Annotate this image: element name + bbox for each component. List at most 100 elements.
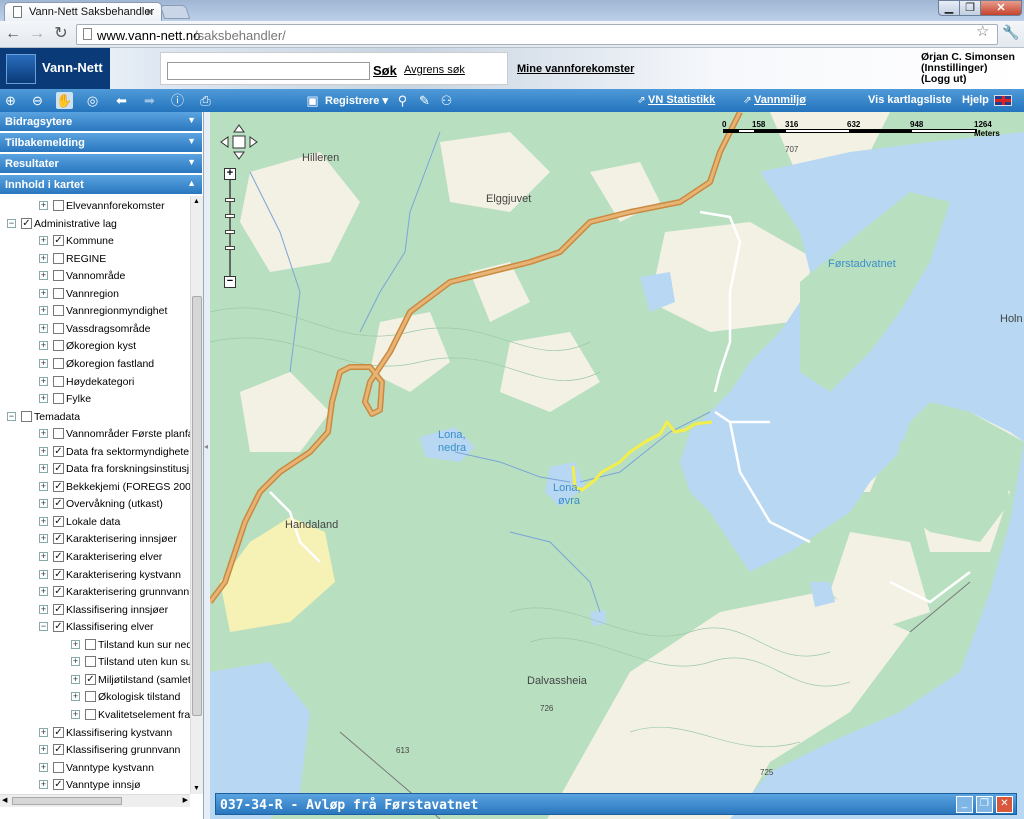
layer-list-button[interactable]: Vis kartlagsliste [868, 94, 952, 106]
layer-checkbox[interactable]: ✓ [53, 445, 64, 457]
back-icon[interactable]: ← [3, 25, 23, 43]
layer-tree-row[interactable]: + Vanntype kystvann [0, 760, 190, 777]
expand-icon[interactable]: + [39, 306, 48, 316]
layer-tree-row[interactable]: + ✓ Karakterisering innsjøer [0, 531, 190, 548]
expand-icon[interactable]: + [39, 323, 48, 333]
layer-checkbox[interactable]: ✓ [53, 621, 64, 633]
info-close-button[interactable]: ✕ [996, 796, 1013, 813]
collapse-arrow-icon[interactable]: ◂ [204, 442, 208, 451]
address-bar[interactable]: www.vann-nett.no /saksbehandler/ [76, 24, 998, 45]
layer-checkbox[interactable]: ✓ [53, 744, 64, 756]
layer-tree-row[interactable]: + Økoregion fastland [0, 356, 190, 373]
collapse-icon[interactable]: − [39, 622, 48, 632]
zoom-out-icon[interactable]: ⊖ [29, 92, 46, 109]
tab-close-icon[interactable]: × [146, 5, 153, 19]
wrench-icon[interactable]: 🔧 [1002, 24, 1019, 41]
layer-tree-row[interactable]: + Økologisk tilstand [0, 689, 190, 706]
layer-tree-row[interactable]: + REGINE [0, 251, 190, 268]
layer-tree-row[interactable]: + Kvalitetselement fra [0, 707, 190, 724]
expand-icon[interactable]: + [39, 534, 48, 544]
zoom-out-button[interactable]: − [224, 276, 236, 288]
expand-icon[interactable]: + [39, 481, 48, 491]
panel-header-feedback[interactable]: Tilbakemelding ▼ [0, 133, 202, 153]
reload-icon[interactable]: ↻ [51, 25, 71, 43]
layer-tree-row[interactable]: + ✓ Vanntype innsjø [0, 777, 190, 794]
search-input[interactable] [167, 62, 370, 80]
layer-tree-row[interactable]: + ✓ Overvåkning (utkast) [0, 496, 190, 513]
expand-icon[interactable]: + [39, 358, 48, 368]
layer-checkbox[interactable] [21, 410, 32, 422]
layer-tree-row[interactable]: + ✓ Karakterisering kystvann [0, 567, 190, 584]
scroll-left-icon[interactable]: ◀ [2, 796, 7, 804]
next-extent-icon[interactable]: ➡ [141, 92, 158, 109]
window-maximize-button[interactable]: ❐ [959, 0, 981, 16]
layer-checkbox[interactable]: ✓ [53, 551, 64, 562]
expand-icon[interactable]: + [39, 446, 48, 456]
layer-tree-row[interactable]: + ✓ Bekkekjemi (FOREGS 2008 [0, 479, 190, 496]
expand-icon[interactable]: + [39, 271, 48, 281]
tree-horizontal-scrollbar[interactable]: ◀ ▶ [0, 794, 190, 807]
expand-icon[interactable]: + [39, 429, 48, 439]
layer-checkbox[interactable]: ✓ [53, 480, 64, 492]
panel-header-contributors[interactable]: Bidragsytere ▼ [0, 112, 202, 132]
uk-flag-icon[interactable] [994, 95, 1012, 106]
expand-icon[interactable]: + [39, 201, 48, 210]
map-view[interactable]: Hilleren Elggjuvet Førstadvatnet Holn Lo… [210, 112, 1024, 819]
info-icon[interactable]: ⓘ [169, 92, 186, 109]
zoom-tick[interactable] [225, 246, 235, 250]
full-extent-icon[interactable]: ◎ [84, 92, 101, 109]
scroll-thumb[interactable] [192, 296, 202, 716]
layer-checkbox[interactable] [53, 322, 64, 334]
expand-icon[interactable]: + [71, 639, 80, 649]
expand-icon[interactable]: + [39, 745, 48, 755]
layer-checkbox[interactable]: ✓ [53, 779, 64, 791]
new-tab-button[interactable] [159, 5, 191, 19]
layer-checkbox[interactable] [53, 305, 64, 317]
layer-tree-row[interactable]: + ✓ Miljøtilstand (samlet [0, 672, 190, 689]
register-menu[interactable]: Registrere ▾ [325, 94, 388, 107]
layer-tree-row[interactable]: + ✓ Karakterisering grunnvann [0, 584, 190, 601]
layer-checkbox[interactable] [53, 428, 64, 440]
expand-icon[interactable]: + [71, 674, 80, 684]
forward-icon[interactable]: → [27, 25, 47, 43]
layer-tree-row[interactable]: + Vannområde [0, 268, 190, 285]
layer-tree-row[interactable]: + ✓ Klassifisering grunnvann [0, 742, 190, 759]
collapse-icon[interactable]: − [7, 218, 16, 228]
expand-icon[interactable]: + [39, 552, 48, 561]
tree-vertical-scrollbar[interactable]: ▲ ▼ [190, 196, 203, 794]
previous-extent-icon[interactable]: ⬅ [113, 92, 130, 109]
panel-header-map-content[interactable]: Innhold i kartet ▲ [0, 175, 202, 195]
layer-tree-row[interactable]: − ✓ Klassifisering elver [0, 619, 190, 636]
layer-checkbox[interactable] [53, 357, 64, 369]
layer-checkbox[interactable] [85, 656, 96, 668]
layer-tree-row[interactable]: + ✓ Klassifisering innsjøer [0, 602, 190, 619]
add-user-icon[interactable]: ⚇ [438, 92, 455, 109]
browser-tab[interactable]: Vann-Nett Saksbehandler × [4, 2, 162, 21]
expand-icon[interactable]: + [39, 569, 48, 579]
zoom-in-button[interactable]: + [224, 168, 236, 180]
layer-checkbox[interactable] [53, 287, 64, 299]
print-icon[interactable]: ⎙ [197, 92, 214, 109]
layer-tree-row[interactable]: + ✓ Klassifisering kystvann [0, 725, 190, 742]
layer-checkbox[interactable]: ✓ [53, 515, 64, 527]
layer-checkbox[interactable]: ✓ [53, 533, 64, 545]
help-button[interactable]: Hjelp [962, 94, 989, 106]
layer-checkbox[interactable]: ✓ [53, 235, 64, 247]
zoom-tick[interactable] [225, 198, 235, 202]
layer-checkbox[interactable]: ✓ [85, 673, 96, 685]
vn-statistics-link[interactable]: VN Statistikk [648, 94, 715, 106]
layer-tree-row[interactable]: + Vannregion [0, 286, 190, 303]
expand-icon[interactable]: + [39, 288, 48, 298]
zoom-slider[interactable]: + − [224, 168, 236, 288]
expand-icon[interactable]: + [39, 394, 48, 404]
layer-checkbox[interactable] [85, 691, 96, 703]
layer-tree-row[interactable]: − ✓ Administrative lag [0, 216, 190, 233]
layer-checkbox[interactable]: ✓ [21, 217, 32, 229]
layer-checkbox[interactable]: ✓ [53, 463, 64, 475]
layer-checkbox[interactable] [53, 270, 64, 282]
expand-icon[interactable]: + [39, 253, 48, 263]
layer-tree-row[interactable]: + ✓ Lokale data [0, 514, 190, 531]
layer-tree-row[interactable]: + ✓ Kommune [0, 233, 190, 250]
pan-hand-icon[interactable]: ✋ [56, 92, 73, 109]
scroll-right-icon[interactable]: ▶ [183, 796, 188, 804]
